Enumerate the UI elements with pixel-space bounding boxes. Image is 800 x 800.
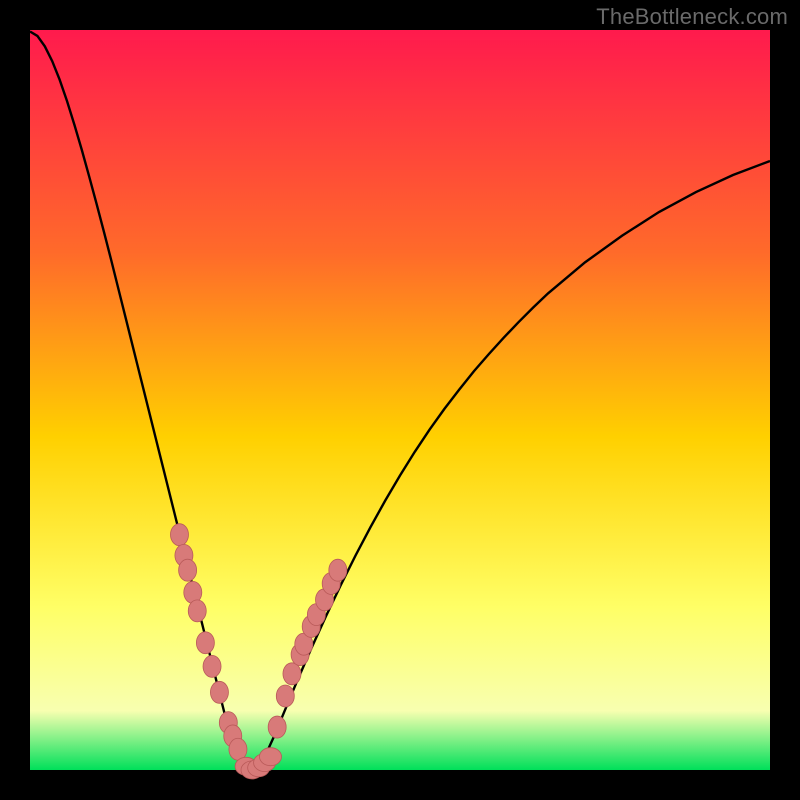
data-marker: [329, 559, 347, 581]
data-marker: [196, 632, 214, 654]
chart-svg: [0, 0, 800, 800]
data-marker: [268, 716, 286, 738]
watermark-text: TheBottleneck.com: [596, 4, 788, 30]
data-marker: [210, 681, 228, 703]
chart-container: TheBottleneck.com: [0, 0, 800, 800]
data-marker: [229, 738, 247, 760]
plot-background: [30, 30, 770, 770]
data-marker: [203, 655, 221, 677]
data-marker: [276, 685, 294, 707]
data-marker: [179, 559, 197, 581]
data-marker: [283, 663, 301, 685]
data-marker: [260, 748, 282, 766]
data-marker: [188, 600, 206, 622]
data-marker: [170, 524, 188, 546]
